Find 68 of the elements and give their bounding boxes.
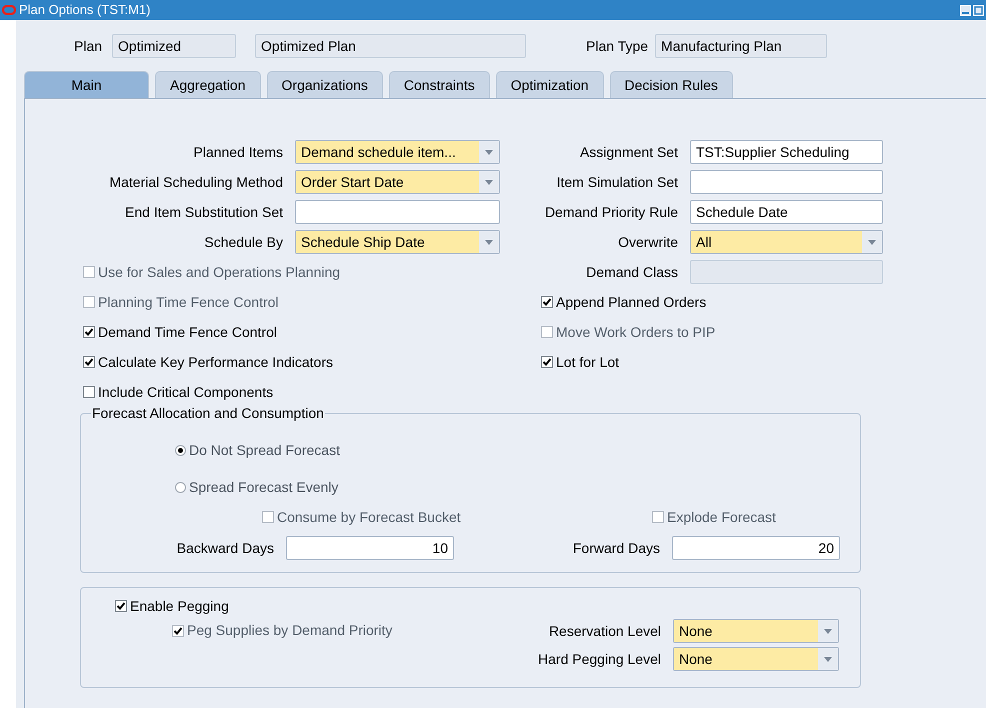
plan-type-label: Plan Type	[586, 36, 648, 56]
checkbox[interactable]	[83, 386, 95, 398]
checkbox[interactable]	[83, 326, 95, 338]
dropdown-arrow-icon[interactable]	[868, 240, 876, 244]
field-label: Forward Days	[572, 538, 660, 558]
dropdown-arrow-icon[interactable]	[824, 628, 832, 634]
dropdown-arrow-icon[interactable]	[824, 656, 832, 662]
radio-button[interactable]	[175, 482, 186, 493]
checkbox-label: Peg Supplies by Demand Priority	[187, 621, 392, 640]
field-label: Overwrite	[617, 232, 678, 252]
tab[interactable]: Aggregation	[155, 71, 261, 98]
field-label: Assignment Set	[578, 142, 678, 162]
dropdown-field[interactable]: None	[673, 619, 839, 643]
dropdown-field[interactable]: None	[673, 647, 839, 671]
input-field[interactable]: 20	[672, 536, 840, 560]
checkbox-label: Move Work Orders to PIP	[556, 322, 716, 342]
radio-label: Spread Forecast Evenly	[189, 478, 338, 497]
field-label: Backward Days	[176, 538, 274, 558]
checkbox-label: Explode Forecast	[667, 508, 776, 527]
dropdown-field[interactable]: Demand schedule item...	[295, 140, 500, 164]
checkbox-label: Calculate Key Performance Indicators	[98, 352, 333, 372]
input-field[interactable]: Optimized Plan	[255, 34, 526, 58]
field-label: Hard Pegging Level	[538, 650, 661, 669]
field-label: Schedule By	[203, 232, 283, 252]
checkbox-label: Consume by Forecast Bucket	[277, 508, 461, 527]
tab[interactable]: Organizations	[266, 71, 383, 98]
logo-icon	[2, 5, 16, 15]
tab[interactable]: Decision Rules	[610, 71, 733, 98]
radio-button[interactable]	[175, 445, 186, 456]
dropdown-arrow-icon[interactable]	[485, 240, 493, 244]
input-field[interactable]: Optimized	[112, 34, 236, 58]
input-field[interactable]: Manufacturing Plan	[655, 34, 828, 58]
field-label: Item Simulation Set	[556, 172, 678, 192]
checkbox-label: Enable Pegging	[130, 596, 229, 616]
minimize-icon[interactable]	[960, 4, 971, 16]
checkbox-label: Demand Time Fence Control	[98, 322, 277, 342]
checkbox-label: Append Planned Orders	[556, 292, 706, 312]
dropdown-arrow-icon[interactable]	[485, 150, 493, 154]
checkbox-label: Lot for Lot	[556, 352, 620, 372]
checkbox[interactable]	[83, 356, 95, 368]
maximize-icon[interactable]	[973, 4, 984, 16]
checkbox[interactable]	[541, 296, 553, 308]
input-field[interactable]	[295, 200, 500, 224]
dropdown-field[interactable]: Schedule Ship Date	[295, 230, 500, 254]
checkbox-label: Include Critical Components	[98, 382, 274, 402]
field-label: Material Scheduling Method	[108, 172, 283, 192]
input-field[interactable]: Schedule Date	[690, 200, 883, 224]
input-field[interactable]: TST:Supplier Scheduling	[690, 140, 883, 164]
checkbox[interactable]	[115, 600, 127, 612]
input-field[interactable]: 10	[286, 536, 454, 560]
dropdown-arrow-icon[interactable]	[485, 180, 493, 184]
checkbox[interactable]	[541, 356, 553, 368]
plan-label: Plan	[74, 36, 102, 56]
input-field[interactable]	[690, 170, 883, 194]
field-label: Demand Priority Rule	[544, 202, 678, 222]
dropdown-field[interactable]: All	[690, 230, 883, 254]
checkbox-label: Planning Time Fence Control	[98, 292, 279, 312]
tab[interactable]: Constraints	[388, 71, 490, 98]
tab[interactable]: Main	[24, 71, 149, 98]
dropdown-field[interactable]: Order Start Date	[295, 170, 500, 194]
checkbox-label: Use for Sales and Operations Planning	[98, 262, 340, 282]
tab[interactable]: Optimization	[496, 71, 604, 98]
field-label: Demand Class	[585, 262, 678, 282]
field-label: Planned Items	[192, 142, 283, 162]
field-label: Reservation Level	[548, 622, 661, 640]
field-label: End Item Substitution Set	[124, 202, 283, 222]
radio-label: Do Not Spread Forecast	[189, 441, 340, 460]
window-title: Plan Options (TST:M1)	[19, 1, 150, 20]
